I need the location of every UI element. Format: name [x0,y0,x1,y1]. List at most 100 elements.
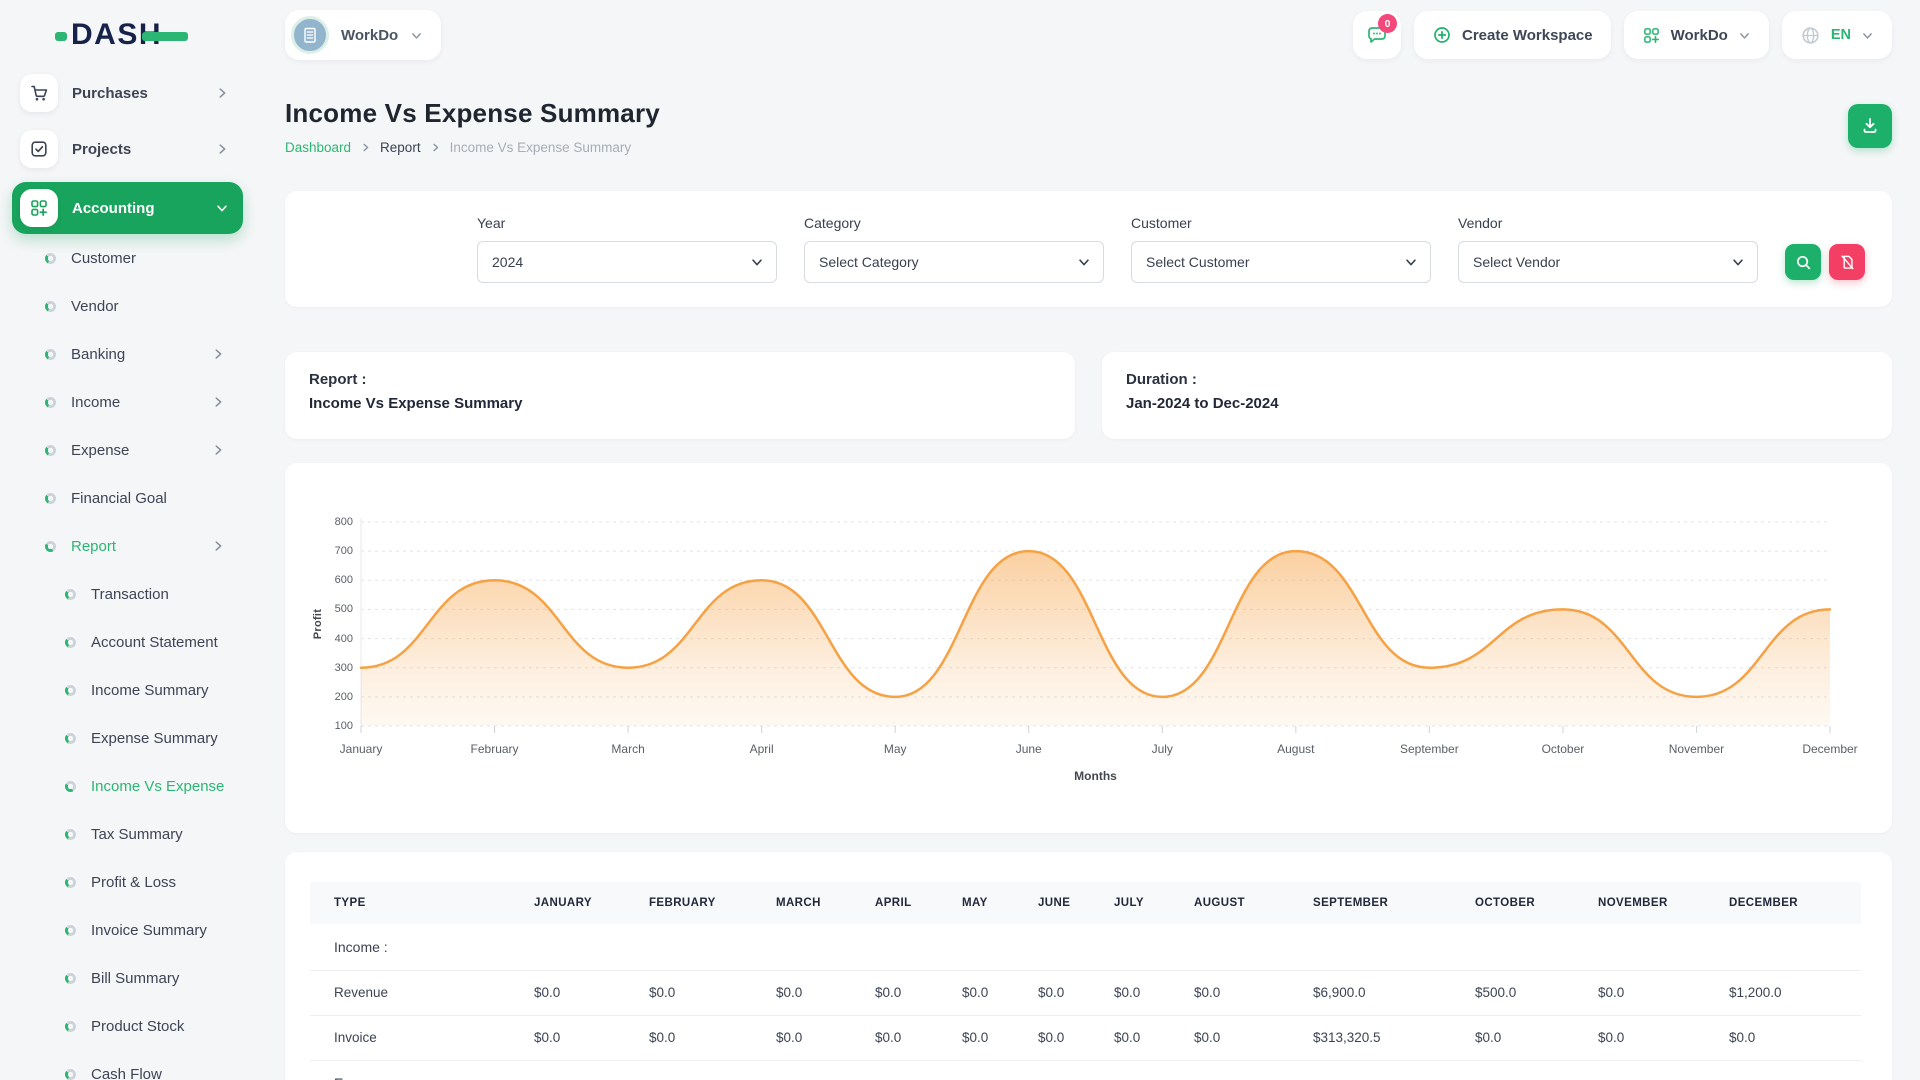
status-ring-icon [65,1069,76,1080]
table-cell: $0.0 [1574,1015,1705,1060]
download-icon [1860,116,1880,136]
sidebar-item-transaction[interactable]: Transaction [12,570,243,618]
summary-row: Report : Income Vs Expense Summary Durat… [285,352,1892,439]
apply-filter-button[interactable] [1785,244,1821,280]
sidebar-item-income-summary[interactable]: Income Summary [12,666,243,714]
y-axis-tick: 100 [285,720,353,732]
breadcrumb-report-link[interactable]: Report [380,140,421,155]
income-expense-table: TYPEJANUARYFEBRUARYMARCHAPRILMAYJUNEJULY… [310,882,1861,1080]
messages-button[interactable]: 0 [1353,11,1401,59]
sidebar-item-financial-goal[interactable]: Financial Goal [12,474,243,522]
x-axis-tick: October [1503,742,1623,756]
table-cell: $500.0 [1451,970,1574,1015]
status-ring-icon [65,1021,76,1032]
table-cell: $0.0 [851,1015,938,1060]
grid-plus-icon [1642,26,1661,45]
create-workspace-button[interactable]: Create Workspace [1414,11,1611,59]
sidebar-item-account-statement[interactable]: Account Statement [12,618,243,666]
sidebar-item-accounting[interactable]: Accounting [12,182,243,234]
vendor-label: Vendor [1458,215,1758,231]
sidebar-item-expense-summary[interactable]: Expense Summary [12,714,243,762]
x-axis-tick: September [1369,742,1489,756]
table-cell: $0.0 [1170,970,1289,1015]
duration-summary-card: Duration : Jan-2024 to Dec-2024 [1102,352,1892,439]
table-cell: $313,320.5 [1289,1015,1451,1060]
sidebar-item-invoice-summary[interactable]: Invoice Summary [12,906,243,954]
sidebar-item-projects[interactable]: Projects [12,126,243,172]
customer-label: Customer [1131,215,1431,231]
profit-chart[interactable]: Profit Months 100200300400500600700800Ja… [285,463,1892,833]
breadcrumb-separator-icon [430,142,441,153]
filter-year: Year 2024 [477,215,777,283]
chevron-down-icon [1731,255,1745,269]
chevron-right-icon [215,142,229,156]
sidebar-item-income-vs-expense[interactable]: Income Vs Expense [12,762,243,810]
app-root: DASH Purchases Projects Accounting Custo… [0,0,1920,1080]
language-selector[interactable]: EN [1782,11,1892,59]
topbar-actions: 0 Create Workspace WorkDo EN [1353,11,1892,59]
status-ring-icon [65,973,76,984]
table-header-cell: FEBRUARY [625,882,752,924]
x-axis-tick: August [1236,742,1356,756]
customer-select[interactable]: Select Customer [1131,241,1431,283]
status-ring-icon [65,733,76,744]
sidebar-item-vendor[interactable]: Vendor [12,282,243,330]
table-cell: $0.0 [510,970,625,1015]
status-ring-icon [45,445,56,456]
status-ring-icon [65,829,76,840]
chevron-down-icon [1861,29,1874,42]
profit-chart-card: Profit Months 100200300400500600700800Ja… [285,463,1892,833]
download-report-button[interactable] [1848,104,1892,148]
chevron-right-icon [211,395,225,409]
table-cell: $0.0 [1014,970,1090,1015]
grid-plus-icon [20,189,58,227]
table-header-cell: OCTOBER [1451,882,1574,924]
x-axis-tick: November [1636,742,1756,756]
status-ring-icon [65,637,76,648]
workspace-avatar [291,16,329,54]
status-ring-icon [45,397,56,408]
table-header-cell: JULY [1090,882,1170,924]
workspace-selector[interactable]: WorkDo [285,10,441,60]
sidebar-item-profit-loss[interactable]: Profit & Loss [12,858,243,906]
table-cell: $0.0 [1090,970,1170,1015]
sidebar-item-product-stock[interactable]: Product Stock [12,1002,243,1050]
sidebar-item-cash-flow[interactable]: Cash Flow [12,1050,243,1080]
vendor-select[interactable]: Select Vendor [1458,241,1758,283]
sidebar-item-report[interactable]: Report [12,522,243,570]
x-axis-tick: December [1770,742,1890,756]
category-select[interactable]: Select Category [804,241,1104,283]
breadcrumb-dashboard-link[interactable]: Dashboard [285,140,351,155]
x-axis-tick: March [568,742,688,756]
workspace-menu[interactable]: WorkDo [1624,11,1769,59]
table-cell: Invoice [310,1015,510,1060]
sidebar-item-income[interactable]: Income [12,378,243,426]
sidebar-item-expense[interactable]: Expense [12,426,243,474]
sidebar-item-purchases[interactable]: Purchases [12,70,243,116]
clear-file-icon [1839,254,1856,271]
sidebar: DASH Purchases Projects Accounting Custo… [0,0,255,1080]
reset-filter-button[interactable] [1829,244,1865,280]
status-ring-icon [65,781,76,792]
year-select[interactable]: 2024 [477,241,777,283]
table-header-cell: APRIL [851,882,938,924]
brand-logo[interactable]: DASH [12,0,243,70]
sidebar-item-tax-summary[interactable]: Tax Summary [12,810,243,858]
table-cell: Revenue [310,970,510,1015]
table-cell: $0.0 [1170,1015,1289,1060]
x-axis-title: Months [361,769,1830,783]
sidebar-item-banking[interactable]: Banking [12,330,243,378]
table-cell: $0.0 [1574,970,1705,1015]
tasks-icon [20,130,58,168]
x-axis-tick: April [702,742,822,756]
sidebar-accounting-children: CustomerVendorBankingIncomeExpenseFinanc… [12,234,243,1080]
table-cell: $0.0 [752,970,851,1015]
sidebar-item-bill-summary[interactable]: Bill Summary [12,954,243,1002]
y-axis-tick: 400 [285,633,353,645]
status-ring-icon [65,589,76,600]
table-cell: $0.0 [1090,1015,1170,1060]
chevron-right-icon [211,443,225,457]
status-ring-icon [45,493,56,504]
filter-vendor: Vendor Select Vendor [1458,215,1758,283]
sidebar-item-customer[interactable]: Customer [12,234,243,282]
